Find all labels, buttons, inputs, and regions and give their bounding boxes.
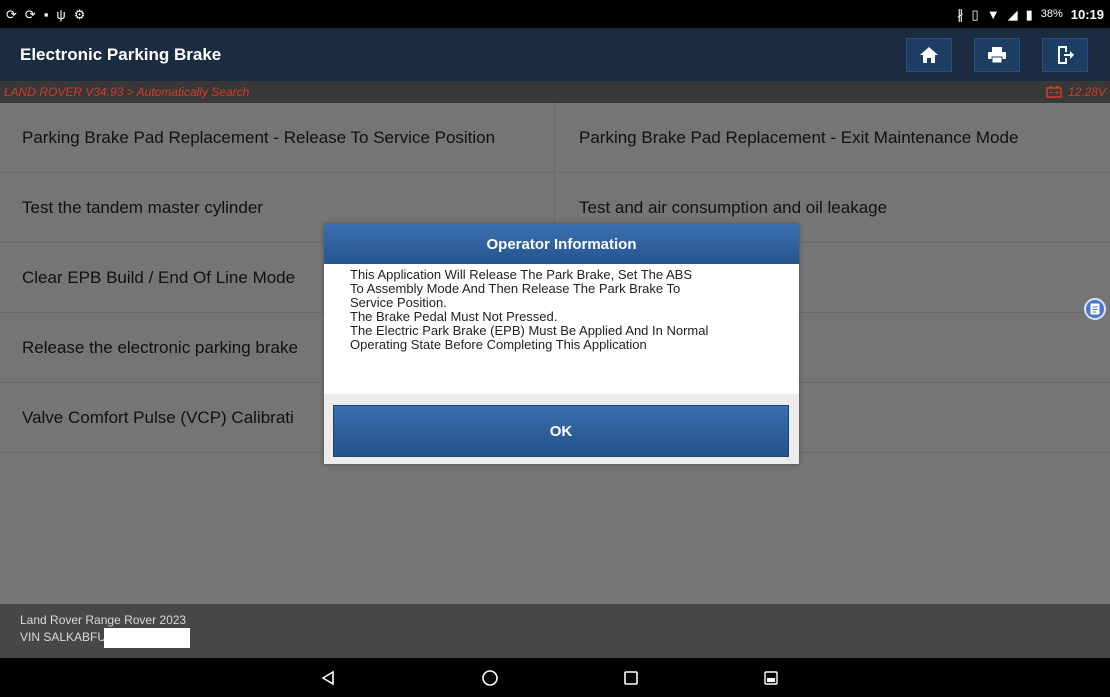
vibrate-icon: ▯ <box>971 6 979 22</box>
ok-button[interactable]: OK <box>333 405 789 457</box>
page-title: Electronic Parking Brake <box>20 44 222 64</box>
battery-icon: ▮ <box>1025 6 1033 22</box>
vin-row: VIN SALKABFU <box>20 628 1090 648</box>
status-right: ∦ ▯ ▼ ◢ ▮ 38% 10:19 <box>957 7 1104 22</box>
header-bar: Electronic Parking Brake <box>0 28 1110 81</box>
exit-button[interactable] <box>1042 37 1088 72</box>
screenshot-button[interactable] <box>760 667 782 689</box>
function-item[interactable]: Parking Brake Pad Replacement - Release … <box>0 103 555 173</box>
home-icon <box>920 46 938 63</box>
dialog-line: To Assembly Mode And Then Release The Pa… <box>350 281 681 296</box>
home-circle-icon <box>482 670 498 686</box>
settings-icon: ⚙ <box>73 6 86 22</box>
dialog-line: The Brake Pedal Must Not Pressed. <box>350 309 558 324</box>
dialog-line: Service Position. <box>350 295 447 310</box>
vin-redaction <box>104 628 191 648</box>
vehicle-name: Land Rover Range Rover 2023 <box>20 613 187 627</box>
operator-info-dialog: Operator Information This Application Wi… <box>324 224 799 464</box>
battery-voltage-icon <box>1046 86 1062 98</box>
print-icon <box>988 46 1006 63</box>
wifi-icon: ▼ <box>986 6 1000 22</box>
floating-notes-button[interactable] <box>1084 298 1106 320</box>
gallery-icon: ▪ <box>43 6 49 22</box>
dialog-footer: OK <box>324 394 799 464</box>
dialog-line: Operating State Before Completing This A… <box>350 337 647 352</box>
breadcrumb: LAND ROVER V34.93 > Automatically Search… <box>0 81 1110 103</box>
exit-icon <box>1058 45 1074 64</box>
signal-icon: ◢ <box>1007 6 1018 22</box>
print-button[interactable] <box>974 37 1020 72</box>
dialog-line: The Electric Park Brake (EPB) Must Be Ap… <box>350 323 709 338</box>
dialog-message: This Application Will Release The Park B… <box>324 264 799 394</box>
voltage-value: 12.28V <box>1067 85 1106 99</box>
back-button[interactable] <box>317 667 339 689</box>
back-icon <box>321 670 334 686</box>
home-button[interactable] <box>906 37 952 72</box>
system-nav-bar <box>0 658 1110 697</box>
voltage-indicator: 12.28V <box>1046 85 1106 99</box>
sync-icon: ⟳ <box>6 6 17 22</box>
recents-icon <box>624 671 638 685</box>
battery-percent: 38% <box>1040 8 1063 20</box>
usb-icon: ψ <box>56 6 66 22</box>
sync-icon: ⟳ <box>24 6 36 22</box>
screenshot-icon <box>764 671 778 685</box>
notes-icon <box>1090 303 1100 315</box>
vehicle-info: Land Rover Range Rover 2023 VIN SALKABFU <box>0 604 1110 658</box>
recents-button[interactable] <box>620 667 642 689</box>
bluetooth-icon: ∦ <box>957 6 964 22</box>
clock: 10:19 <box>1070 6 1104 22</box>
status-bar: ⟳ ⟳ ▪ ψ ⚙ ∦ ▯ ▼ ◢ ▮ 38% 10:19 <box>0 0 1110 28</box>
dialog-line: This Application Will Release The Park B… <box>350 267 693 282</box>
function-item[interactable]: Parking Brake Pad Replacement - Exit Mai… <box>555 103 1110 173</box>
vin-prefix: VIN SALKABFU <box>20 630 107 645</box>
dialog-title: Operator Information <box>324 224 799 264</box>
breadcrumb-path: LAND ROVER V34.93 > Automatically Search <box>4 85 250 99</box>
status-left: ⟳ ⟳ ▪ ψ ⚙ <box>6 8 85 21</box>
home-nav-button[interactable] <box>479 667 501 689</box>
